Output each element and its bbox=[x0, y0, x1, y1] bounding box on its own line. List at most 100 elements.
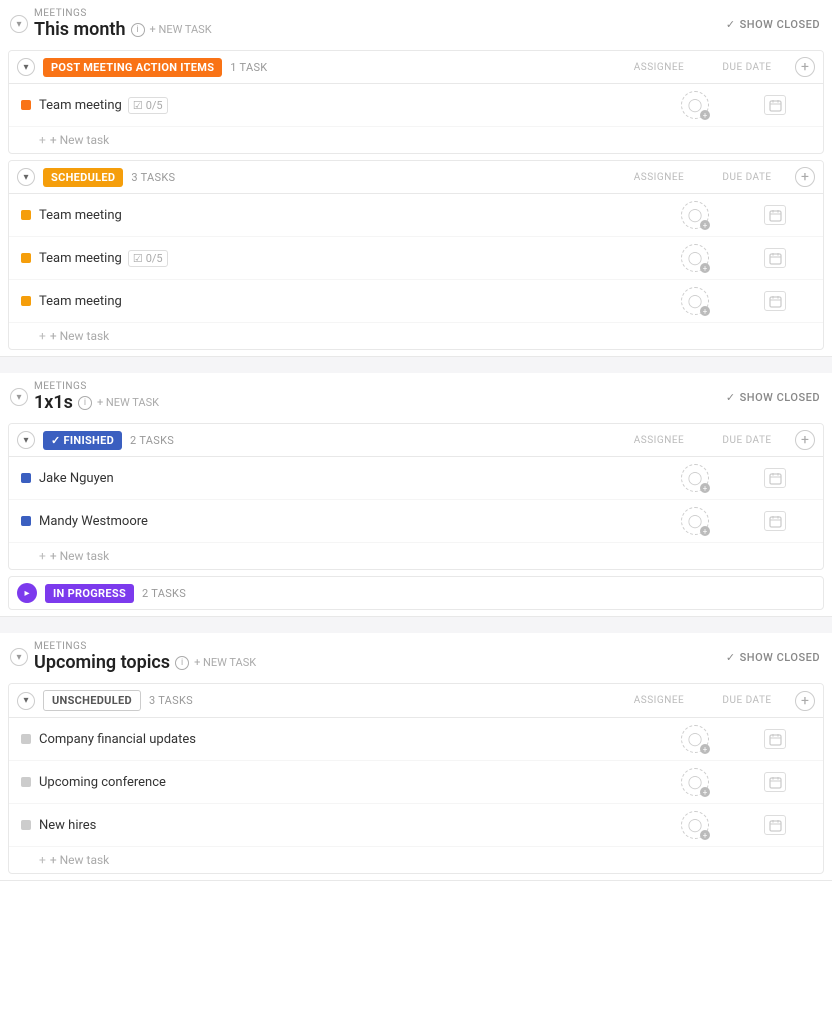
add-column-btn[interactable]: + bbox=[795, 691, 815, 711]
task-name-text[interactable]: New hires bbox=[39, 818, 96, 833]
section-title: This month bbox=[34, 19, 126, 40]
plus-icon: + bbox=[39, 133, 46, 147]
assignee-avatar[interactable]: ◯ + bbox=[681, 91, 709, 119]
add-assignee-icon: + bbox=[700, 526, 710, 536]
task-name: Team meeting ☑0/5 bbox=[39, 97, 655, 114]
add-column-btn[interactable]: + bbox=[795, 167, 815, 187]
add-column-btn[interactable]: + bbox=[795, 430, 815, 450]
task-name-text[interactable]: Team meeting bbox=[39, 98, 122, 113]
show-closed-btn[interactable]: ✓ SHOW CLOSED bbox=[726, 391, 820, 404]
task-color-dot bbox=[21, 734, 31, 744]
task-name: Upcoming conference bbox=[39, 775, 655, 790]
new-task-row[interactable]: + + New task bbox=[9, 323, 823, 349]
task-name-text[interactable]: Jake Nguyen bbox=[39, 471, 114, 486]
task-row: Jake Nguyen ◯ + bbox=[9, 457, 823, 500]
tasks-count: 3 TASKS bbox=[131, 171, 175, 184]
assignee-col-label: ASSIGNEE bbox=[619, 172, 699, 183]
show-closed-btn[interactable]: ✓ SHOW CLOSED bbox=[726, 651, 820, 664]
section-header-1x1s: ▾ Meetings 1x1s i + NEW TASK ✓ SHOW CLOS… bbox=[0, 373, 832, 417]
group-collapse-btn[interactable]: ▾ bbox=[17, 168, 35, 186]
section-collapse-btn[interactable]: ▾ bbox=[10, 388, 28, 406]
show-closed-btn[interactable]: ✓ SHOW CLOSED bbox=[726, 18, 820, 31]
group-scheduled: ▾ SCHEDULED 3 TASKS ASSIGNEE DUE DATE + … bbox=[8, 160, 824, 350]
section-collapse-btn[interactable]: ▾ bbox=[10, 15, 28, 33]
assignee-col-label: ASSIGNEE bbox=[619, 62, 699, 73]
group-badge: IN PROGRESS bbox=[45, 584, 134, 603]
chevron-down-icon: ▾ bbox=[23, 695, 28, 706]
group-collapse-btn[interactable]: ▾ bbox=[17, 58, 35, 76]
task-color-dot bbox=[21, 777, 31, 787]
group-header-scheduled: ▾ SCHEDULED 3 TASKS ASSIGNEE DUE DATE + bbox=[9, 161, 823, 194]
badge-check-icon: ✓ bbox=[51, 434, 61, 447]
assignee-avatar[interactable]: ◯ + bbox=[681, 201, 709, 229]
task-row: Mandy Westmoore ◯ + bbox=[9, 500, 823, 543]
tasks-count: 2 TASKS bbox=[130, 434, 174, 447]
info-icon[interactable]: i bbox=[78, 396, 92, 410]
section-title: Upcoming topics bbox=[34, 652, 170, 673]
new-task-row[interactable]: + + New task bbox=[9, 847, 823, 873]
due-date-picker[interactable] bbox=[764, 511, 786, 531]
new-task-label: + New task bbox=[50, 549, 109, 563]
due-date-picker[interactable] bbox=[764, 205, 786, 225]
new-task-label: + New task bbox=[50, 133, 109, 147]
group-badge: SCHEDULED bbox=[43, 168, 123, 187]
add-column-btn[interactable]: + bbox=[795, 57, 815, 77]
due-date-picker[interactable] bbox=[764, 291, 786, 311]
chevron-down-icon: ▾ bbox=[16, 392, 21, 403]
assignee-col-label: ASSIGNEE bbox=[619, 695, 699, 706]
add-assignee-icon: + bbox=[700, 744, 710, 754]
new-task-link[interactable]: + NEW TASK bbox=[194, 656, 256, 669]
group-badge: UNSCHEDULED bbox=[43, 690, 141, 711]
due-date-picker[interactable] bbox=[764, 815, 786, 835]
in-progress-expand-btn[interactable]: ▸ bbox=[17, 583, 37, 603]
assignee-col-label: ASSIGNEE bbox=[619, 435, 699, 446]
chevron-down-icon: ▾ bbox=[16, 19, 21, 30]
task-name-text[interactable]: Team meeting bbox=[39, 208, 122, 223]
section-header-this-month: ▾ Meetings This month i + NEW TASK ✓ SHO… bbox=[0, 0, 832, 44]
task-color-dot bbox=[21, 100, 31, 110]
task-name-text[interactable]: Upcoming conference bbox=[39, 775, 166, 790]
add-assignee-icon: + bbox=[700, 220, 710, 230]
new-task-link[interactable]: + NEW TASK bbox=[97, 396, 159, 409]
assignee-avatar[interactable]: ◯ + bbox=[681, 244, 709, 272]
assignee-avatar[interactable]: ◯ + bbox=[681, 725, 709, 753]
info-icon[interactable]: i bbox=[175, 656, 189, 670]
new-task-row[interactable]: + + New task bbox=[9, 543, 823, 569]
due-date-picker[interactable] bbox=[764, 729, 786, 749]
assignee-avatar[interactable]: ◯ + bbox=[681, 811, 709, 839]
task-name-text[interactable]: Mandy Westmoore bbox=[39, 514, 148, 529]
task-row: Team meeting ◯ + bbox=[9, 280, 823, 323]
task-row: Company financial updates ◯ + bbox=[9, 718, 823, 761]
task-row: Upcoming conference ◯ + bbox=[9, 761, 823, 804]
group-finished: ▾ ✓FINISHED 2 TASKS ASSIGNEE DUE DATE + … bbox=[8, 423, 824, 570]
task-row: New hires ◯ + bbox=[9, 804, 823, 847]
assignee-avatar[interactable]: ◯ + bbox=[681, 287, 709, 315]
assignee-avatar[interactable]: ◯ + bbox=[681, 768, 709, 796]
due-date-picker[interactable] bbox=[764, 468, 786, 488]
assignee-avatar[interactable]: ◯ + bbox=[681, 464, 709, 492]
show-closed-label: SHOW CLOSED bbox=[740, 18, 820, 31]
check-icon: ✓ bbox=[726, 651, 736, 664]
add-assignee-icon: + bbox=[700, 306, 710, 316]
group-badge: POST MEETING ACTION ITEMS bbox=[43, 58, 222, 77]
task-name-text[interactable]: Company financial updates bbox=[39, 732, 196, 747]
due-date-picker[interactable] bbox=[764, 772, 786, 792]
task-name-text[interactable]: Team meeting bbox=[39, 294, 122, 309]
section-collapse-btn[interactable]: ▾ bbox=[10, 648, 28, 666]
check-icon: ✓ bbox=[726, 18, 736, 31]
section-label: Meetings bbox=[34, 381, 159, 392]
due-col-label: DUE DATE bbox=[707, 62, 787, 73]
new-task-link[interactable]: + NEW TASK bbox=[150, 23, 212, 36]
assignee-avatar[interactable]: ◯ + bbox=[681, 507, 709, 535]
task-name-text[interactable]: Team meeting bbox=[39, 251, 122, 266]
group-collapse-btn[interactable]: ▾ bbox=[17, 692, 35, 710]
group-collapse-btn[interactable]: ▾ bbox=[17, 431, 35, 449]
task-name: Mandy Westmoore bbox=[39, 514, 655, 529]
chevron-down-icon: ▾ bbox=[16, 652, 21, 663]
due-date-picker[interactable] bbox=[764, 95, 786, 115]
add-assignee-icon: + bbox=[700, 787, 710, 797]
new-task-row[interactable]: + + New task bbox=[9, 127, 823, 153]
info-icon[interactable]: i bbox=[131, 23, 145, 37]
plus-icon: + bbox=[39, 853, 46, 867]
due-date-picker[interactable] bbox=[764, 248, 786, 268]
